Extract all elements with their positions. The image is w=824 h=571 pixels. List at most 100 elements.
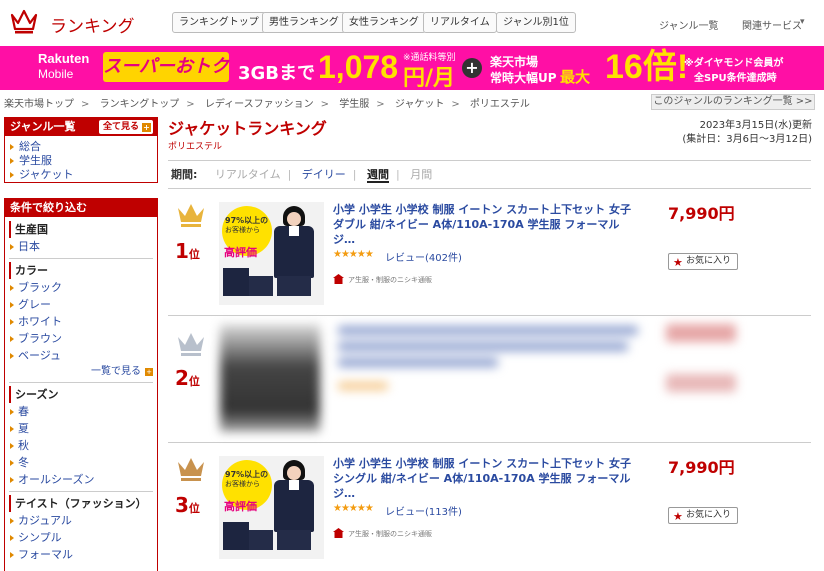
- badge-text: お客様から: [225, 226, 260, 234]
- blurred-product[interactable]: [208, 316, 811, 442]
- banner-price: 1,078: [318, 49, 399, 85]
- rank-number: 3位: [175, 493, 200, 517]
- banner-brand: Rakuten: [38, 51, 90, 66]
- filter-item[interactable]: ホワイト: [5, 313, 157, 330]
- tab-genre-first[interactable]: ジャンル別1位: [496, 12, 576, 33]
- view-all-colors-link[interactable]: 一覧で見る +: [5, 364, 157, 379]
- badge-text: 高評価: [224, 246, 257, 259]
- filter-item[interactable]: ブラック: [5, 279, 157, 296]
- genre-list-title: ジャンル一覧: [10, 120, 76, 133]
- rank-number: 1位: [175, 239, 200, 263]
- filter-item[interactable]: ブラウン: [5, 330, 157, 347]
- banner-super-deal: スーパーおトク: [103, 52, 229, 82]
- banner-rakuten-line1: 楽天市場: [490, 55, 539, 69]
- filter-item[interactable]: フォーマル: [5, 546, 157, 563]
- badge-text: お客様から: [225, 480, 260, 488]
- filter-item[interactable]: オールシーズン: [5, 471, 157, 488]
- favorite-button[interactable]: ★ お気に入り: [668, 253, 738, 270]
- divider: [9, 258, 153, 259]
- product-image[interactable]: 97%以上の お客様から 高評価: [219, 202, 324, 305]
- filter-item[interactable]: 冬: [5, 454, 157, 471]
- rank-number: 2位: [175, 366, 200, 390]
- star-rating-icon: ★★★★★: [333, 249, 374, 260]
- period-monthly[interactable]: 月間: [410, 168, 432, 181]
- aggregation-period: (集計日：3月6日～3月12日): [682, 134, 812, 145]
- shop-icon: [333, 528, 344, 538]
- filter-item[interactable]: 春: [5, 403, 157, 420]
- breadcrumb: 楽天市場トップ > ランキングトップ > レディースファッション > 学生服 > ジャケ…: [4, 99, 530, 110]
- review-link[interactable]: レビュー(113件): [385, 503, 462, 518]
- period-selector: 期間: リアルタイム | デイリー | 週間 | 月間: [168, 160, 811, 189]
- tab-realtime[interactable]: リアルタイム: [423, 12, 497, 33]
- breadcrumb-item[interactable]: 楽天市場トップ: [4, 99, 74, 110]
- plus-icon: +: [145, 368, 153, 376]
- filter-item[interactable]: 夏: [5, 420, 157, 437]
- breadcrumb-item[interactable]: ジャケット: [395, 99, 445, 110]
- period-weekly[interactable]: 週間: [367, 168, 390, 183]
- banner-brand-sub: Mobile: [38, 67, 74, 81]
- filter-item[interactable]: 日本: [5, 238, 157, 255]
- tab-ranking-top[interactable]: ランキングトップ: [172, 12, 266, 33]
- genre-item[interactable]: 総合: [5, 140, 157, 154]
- divider: [9, 491, 153, 492]
- banner-multiplier: 16倍!: [605, 48, 689, 86]
- review-link[interactable]: レビュー(402件): [385, 249, 462, 264]
- product-title-link[interactable]: 小学 小学生 小学校 制服 イートン スカート上下セット 女子 ダブル 紺/ネイ…: [333, 202, 643, 247]
- shop-icon: [333, 274, 344, 284]
- product-title-link[interactable]: 小学 小学生 小学校 制服 イートン スカート上下セット 女子 シングル 紺/ネ…: [333, 456, 643, 501]
- filter-item[interactable]: シンプル: [5, 529, 157, 546]
- see-all-button[interactable]: 全て見る +: [98, 120, 153, 134]
- filter-item[interactable]: 秋: [5, 437, 157, 454]
- product-price: 7,990円: [668, 204, 735, 223]
- site-header: ランキング ランキングトップ 男性ランキング 女性ランキング リアルタイム ジャ…: [0, 0, 824, 46]
- product-image[interactable]: 97%以上の お客様から 高評価: [219, 456, 324, 559]
- plus-icon: +: [142, 123, 151, 132]
- shop-link[interactable]: ア生服・制服のニシキ通販: [348, 275, 432, 285]
- filter-item[interactable]: ベージュ: [5, 347, 157, 364]
- filter-item[interactable]: カジュアル: [5, 512, 157, 529]
- filter-header: 条件で絞り込む: [5, 199, 157, 217]
- chevron-down-icon[interactable]: ▾: [800, 17, 805, 27]
- genre-ranking-list-button[interactable]: このジャンルのランキング一覧 >>: [651, 94, 815, 110]
- filter-section-title: シーズン: [9, 386, 153, 403]
- filter-item[interactable]: グレー: [5, 296, 157, 313]
- promo-banner[interactable]: Rakuten Mobile スーパーおトク 3GBまで 1,078 ※通話料等…: [0, 46, 824, 90]
- period-realtime[interactable]: リアルタイム: [215, 168, 281, 181]
- star-rating-icon: ★★★★★: [333, 503, 374, 514]
- tab-men-ranking[interactable]: 男性ランキング: [262, 12, 346, 33]
- banner-rakuten-line2: 常時大幅UP: [490, 71, 557, 85]
- updated-date: 2023年3月15日(水)更新: [699, 120, 812, 131]
- banner-max-label: 最大: [560, 68, 591, 86]
- star-icon: ★: [673, 510, 683, 523]
- ranking-item: 2位: [168, 316, 811, 443]
- silver-crown-icon: [178, 333, 204, 356]
- banner-gb-text: 3GBまで: [238, 63, 316, 84]
- genre-list-link[interactable]: ジャンル一覧: [659, 17, 719, 32]
- logo-text[interactable]: ランキング: [50, 12, 135, 37]
- filter-box: 条件で絞り込む 生産国 日本 カラー ブラック グレー ホワイト ブラウン ベー…: [4, 198, 158, 571]
- related-services-link[interactable]: 関連サービス: [742, 17, 802, 32]
- period-daily[interactable]: デイリー: [302, 168, 346, 181]
- badge-text: 高評価: [224, 500, 257, 513]
- tab-women-ranking[interactable]: 女性ランキング: [342, 12, 426, 33]
- page-subtitle: ポリエステル: [168, 142, 223, 152]
- filter-section-title: テイスト（ファッション）: [9, 495, 153, 512]
- ranking-item: 1位 97%以上の お客様から 高評価 小学 小学生 小学校 制服 イートン ス…: [168, 189, 811, 316]
- genre-item[interactable]: 学生服: [5, 154, 157, 168]
- ranking-item: 3位 97%以上の お客様から 高評価 小学 小学生 小学校 制服 イートン ス…: [168, 443, 811, 571]
- crown-logo-icon[interactable]: [10, 9, 38, 35]
- bronze-crown-icon: [178, 458, 204, 481]
- filter-section-title: カラー: [9, 262, 153, 279]
- breadcrumb-item-current[interactable]: ポリエステル: [470, 99, 530, 110]
- breadcrumb-item[interactable]: 学生服: [339, 99, 369, 110]
- genre-item[interactable]: ジャケット: [5, 168, 157, 182]
- product-price: 7,990円: [668, 458, 735, 477]
- page-title: ジャケットランキング: [168, 119, 327, 138]
- divider: [9, 382, 153, 383]
- breadcrumb-item[interactable]: レディースファッション: [205, 99, 314, 110]
- banner-price-unit: 円/月: [403, 66, 456, 90]
- favorite-button[interactable]: ★ お気に入り: [668, 507, 738, 524]
- breadcrumb-item[interactable]: ランキングトップ: [100, 99, 180, 110]
- shop-link[interactable]: ア生服・制服のニシキ通販: [348, 529, 432, 539]
- banner-diamond-note-1: ※ダイヤモンド会員が: [684, 58, 784, 69]
